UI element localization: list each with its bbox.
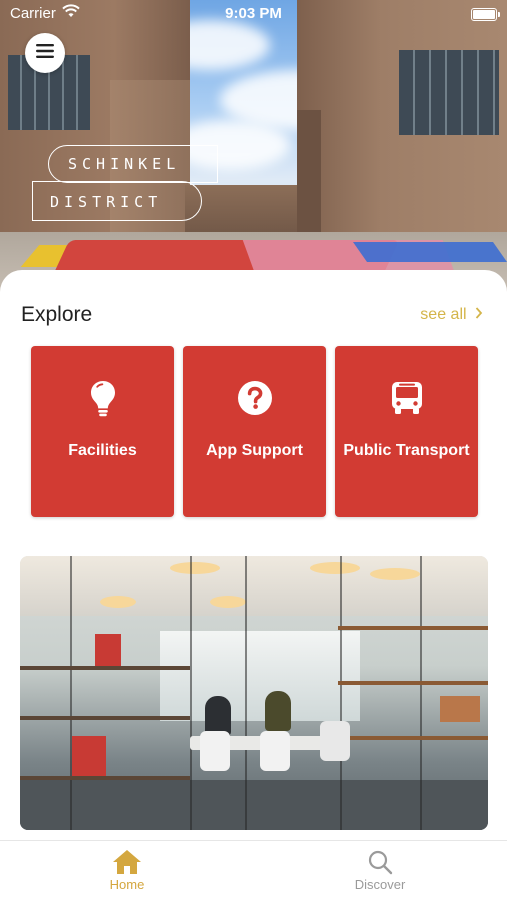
card-label: Public Transport [343, 442, 470, 459]
hamburger-icon [36, 43, 54, 63]
chevron-right-icon [471, 306, 483, 323]
schinkel-district-logo: SCHINKEL DISTRICT [32, 145, 222, 225]
featured-photo[interactable] [20, 556, 488, 830]
logo-text-line1: SCHINKEL [68, 155, 181, 173]
logo-text-line2: DISTRICT [50, 193, 163, 211]
tab-discover[interactable]: Discover [320, 849, 440, 892]
status-bar: Carrier 9:03 PM [0, 0, 507, 30]
tab-discover-label: Discover [354, 877, 406, 892]
explore-title: Explore [21, 303, 93, 326]
hero-image: SCHINKEL DISTRICT [0, 0, 507, 300]
content-sheet: Explore see all Facilities App Support P… [0, 270, 507, 850]
clock: 9:03 PM [225, 5, 282, 22]
question-circle-icon [183, 380, 326, 418]
menu-button[interactable] [25, 33, 65, 73]
facilities-card[interactable]: Facilities [31, 346, 174, 517]
tab-bar: Home Discover [0, 840, 507, 900]
lightbulb-icon [31, 380, 174, 418]
search-icon [320, 849, 440, 877]
card-label: Facilities [68, 442, 137, 459]
battery-icon [471, 8, 500, 21]
bus-icon [335, 380, 478, 418]
public-transport-card[interactable]: Public Transport [335, 346, 478, 517]
card-label: App Support [206, 442, 303, 459]
tab-home-label: Home [109, 877, 145, 892]
app-support-card[interactable]: App Support [183, 346, 326, 517]
building-right [297, 0, 507, 250]
home-icon [67, 849, 187, 877]
tab-home[interactable]: Home [67, 849, 187, 892]
see-all-label: see all [420, 306, 467, 323]
see-all-link[interactable]: see all [420, 306, 483, 324]
